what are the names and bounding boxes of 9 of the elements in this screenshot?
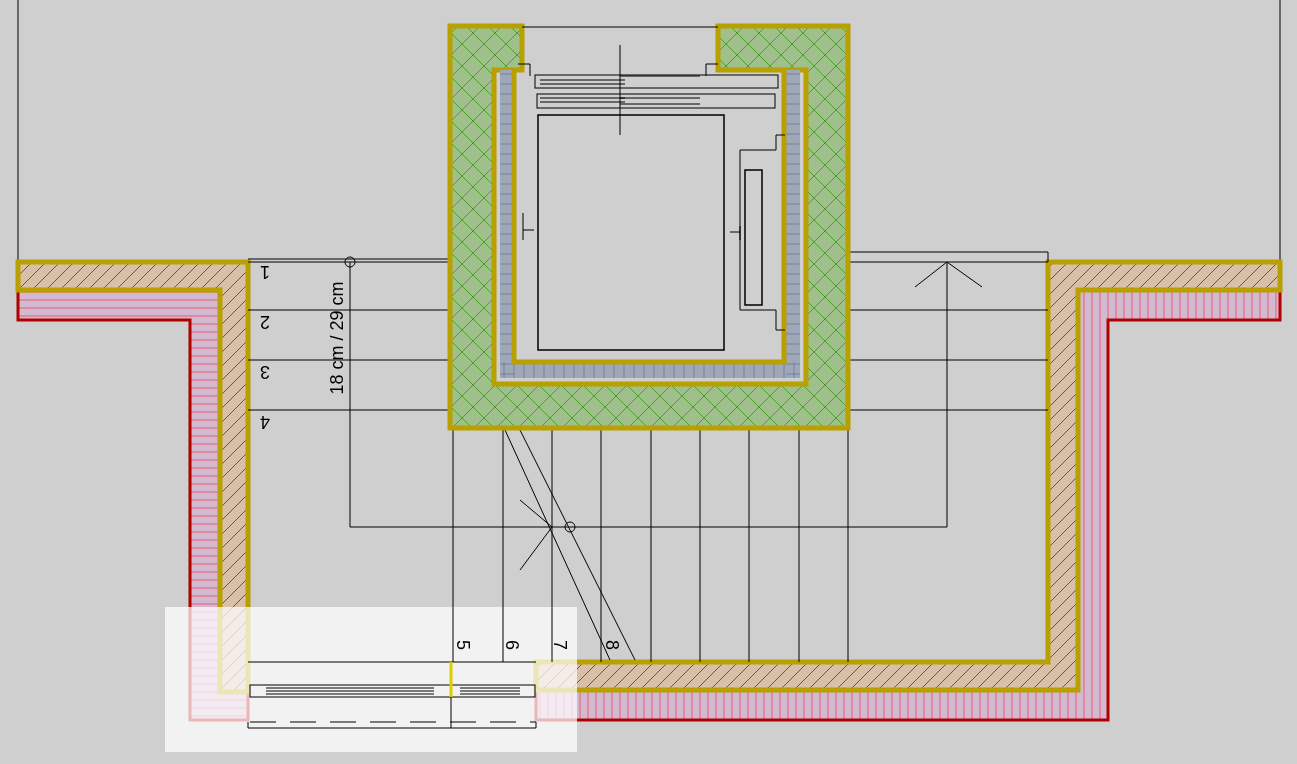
step-number: 2	[260, 312, 270, 332]
step-number: 6	[502, 640, 522, 650]
step-number: 1	[260, 262, 270, 282]
dimension-label: 18 cm / 29 cm	[327, 281, 347, 395]
step-number: 4	[260, 412, 270, 432]
step-number: 7	[550, 640, 570, 650]
step-number: 5	[453, 640, 473, 650]
step-number: 8	[602, 640, 622, 650]
step-number: 3	[260, 362, 270, 382]
